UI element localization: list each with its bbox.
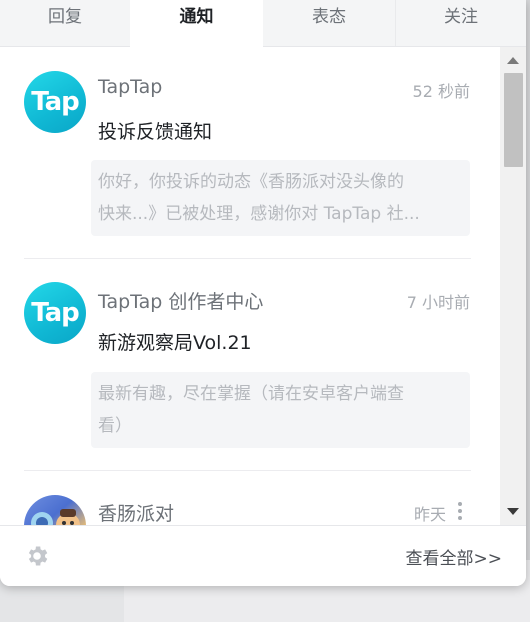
notification-preview[interactable]: 最新有趣，尽在掌握（请在安卓客户端查 看） xyxy=(91,372,470,448)
timestamp: 昨天 xyxy=(413,505,446,524)
notification-title: 投诉反馈通知 xyxy=(98,121,213,143)
scrollbar[interactable] xyxy=(500,47,526,525)
scroll-up-icon[interactable] xyxy=(507,57,519,64)
tab-notifications[interactable]: 通知 xyxy=(130,0,263,47)
tab-bar: 回复 通知 表态 关注 xyxy=(0,0,526,47)
tab-reply[interactable]: 回复 xyxy=(0,0,130,46)
notification-preview[interactable]: 你好，你投诉的动态《香肠派对没头像的 快来...》已被处理，感谢你对 TapTa… xyxy=(91,160,470,236)
tab-reactions[interactable]: 表态 xyxy=(263,0,395,46)
sender-name[interactable]: TapTap 创作者中心 xyxy=(98,287,263,314)
popup-footer: 查看全部>> xyxy=(0,525,526,586)
notification-popup: 回复 通知 表态 关注 Tap TapTap 52 秒前 投诉反馈通知 你好，你… xyxy=(0,0,526,586)
sender-name[interactable]: TapTap xyxy=(98,76,162,98)
notification-list: Tap TapTap 52 秒前 投诉反馈通知 你好，你投诉的动态《香肠派对没头… xyxy=(0,47,500,525)
gear-icon[interactable] xyxy=(24,543,50,569)
notification-item[interactable]: Tap TapTap 52 秒前 投诉反馈通知 你好，你投诉的动态《香肠派对没头… xyxy=(0,47,500,259)
scrollbar-thumb[interactable] xyxy=(504,73,523,167)
notification-item[interactable]: 香肠派对 昨天 xyxy=(0,471,500,525)
view-all-link[interactable]: 查看全部>> xyxy=(406,544,503,569)
game-avatar-art-icon xyxy=(31,509,80,525)
timestamp: 7 小时前 xyxy=(406,293,470,312)
preview-line: 看） xyxy=(98,416,132,436)
avatar[interactable] xyxy=(24,495,86,525)
preview-line: 快来...》已被处理，感谢你对 TapTap 社... xyxy=(98,204,420,224)
avatar[interactable]: Tap xyxy=(24,71,86,133)
tab-follow[interactable]: 关注 xyxy=(396,0,526,46)
timestamp: 52 秒前 xyxy=(412,82,470,101)
notification-title: 新游观察局Vol.21 xyxy=(98,332,252,354)
taptap-logo: Tap xyxy=(31,298,80,328)
notification-item[interactable]: Tap TapTap 创作者中心 7 小时前 新游观察局Vol.21 最新有趣，… xyxy=(0,259,500,471)
taptap-logo: Tap xyxy=(31,87,80,117)
sender-name[interactable]: 香肠派对 xyxy=(98,499,174,525)
preview-line: 最新有趣，尽在掌握（请在安卓客户端查 xyxy=(98,384,404,404)
preview-line: 你好，你投诉的动态《香肠派对没头像的 xyxy=(98,172,404,192)
more-vertical-icon[interactable] xyxy=(458,502,462,523)
scroll-down-icon[interactable] xyxy=(507,508,519,515)
avatar[interactable]: Tap xyxy=(24,282,86,344)
